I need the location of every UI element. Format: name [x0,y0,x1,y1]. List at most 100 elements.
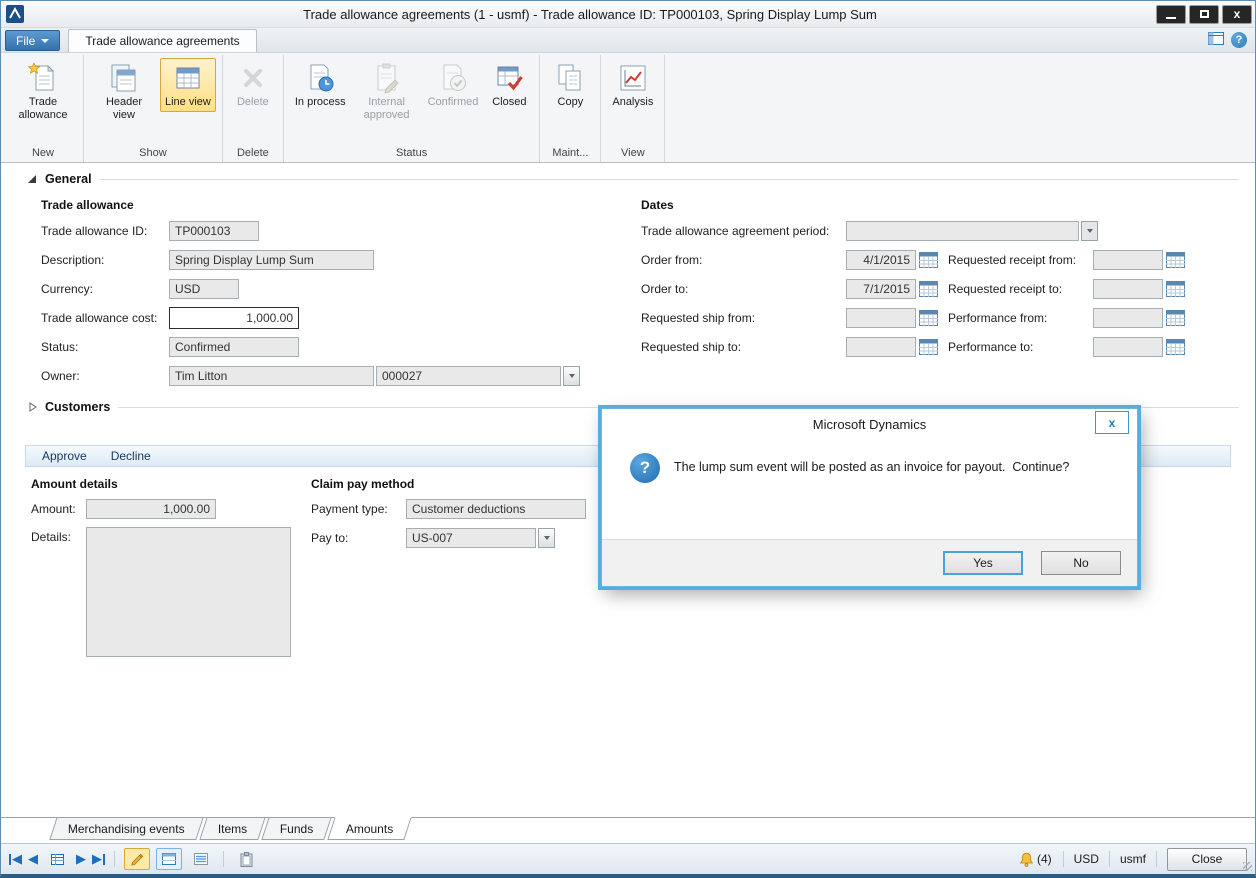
pay-to-dropdown-button[interactable] [538,528,555,548]
copy-button[interactable]: Copy [546,58,594,112]
yes-button[interactable]: Yes [943,551,1023,575]
claim-pay-method-title: Claim pay method [311,477,414,491]
previous-record-button[interactable]: ◀ [28,851,38,867]
maximize-button[interactable] [1189,5,1219,24]
field-label: Amount: [31,502,86,516]
dates-group-title: Dates [641,198,674,212]
ribbon-group-status: In process Internal approved Confirmed [284,55,541,162]
field-label: Requested receipt from: [948,253,1093,267]
field-label: Trade allowance ID: [41,224,169,238]
grid-view-button[interactable] [156,848,182,870]
delete-icon [237,62,269,94]
trade-allowance-cost-field[interactable]: 1,000.00 [169,307,299,329]
close-window-button[interactable]: x [1222,5,1252,24]
close-button[interactable]: Close [1167,848,1247,871]
collapsed-triangle-icon [27,402,37,412]
minimize-button[interactable] [1156,5,1186,24]
header-view-icon [108,62,140,94]
ribbon-group-label-new: New [8,145,78,162]
grid-view-icon [162,853,176,865]
header-view-button[interactable]: Header view [90,58,158,125]
internal-approved-button: Internal approved [353,58,421,125]
separator [1156,851,1157,867]
currency-field: USD [169,279,239,299]
owner-dropdown-button[interactable] [563,366,580,386]
close-icon: x [1109,416,1116,430]
record-list-icon [51,854,64,865]
trade-allowance-id-field: TP000103 [169,221,259,241]
general-section-header[interactable]: General [27,172,1239,186]
line-view-button[interactable]: Line view [160,58,216,112]
file-menu-button[interactable]: File [5,30,60,51]
question-icon: ? [630,453,660,483]
bell-icon [1019,852,1034,867]
closed-button[interactable]: Closed [485,58,533,112]
details-view-button[interactable] [188,848,214,870]
first-record-button[interactable]: ◀ [9,851,22,867]
trade-allowance-button[interactable]: Trade allowance [9,58,77,125]
agreement-period-field [846,221,1079,241]
last-record-icon [103,854,105,865]
requested-ship-to-calendar-icon[interactable] [919,339,938,355]
field-label: Details: [31,527,86,544]
resize-grip[interactable] [1243,862,1252,871]
requested-ship-to-field [846,337,916,357]
separator [114,851,115,867]
amount-details-title: Amount details [31,477,118,491]
field-label: Trade allowance agreement period: [641,224,846,238]
dialog-body: ? The lump sum event will be posted as a… [602,439,1137,539]
edit-record-button[interactable] [124,848,150,870]
no-button[interactable]: No [1041,551,1121,575]
maximize-icon [1200,10,1209,18]
order-from-calendar-icon[interactable] [919,252,938,268]
order-to-field: 7/1/2015 [846,279,916,299]
layout-icon[interactable] [1208,32,1224,48]
order-to-calendar-icon[interactable] [919,281,938,297]
field-label: Pay to: [311,531,406,545]
attachments-button[interactable] [233,848,259,870]
decline-link[interactable]: Decline [111,449,151,463]
notifications-button[interactable]: (4) [1018,848,1053,870]
tab-trade-allowance-agreements[interactable]: Trade allowance agreements [68,29,256,52]
tab-merchandising-events[interactable]: Merchandising events [49,817,203,840]
in-process-button[interactable]: In process [290,58,351,112]
field-label: Performance to: [948,340,1093,354]
field-label: Requested ship from: [641,311,846,325]
field-label: Payment type: [311,502,406,516]
requested-receipt-to-calendar-icon[interactable] [1166,281,1185,297]
analysis-button[interactable]: Analysis [607,58,658,112]
field-label: Trade allowance cost: [41,311,169,325]
delete-button: Delete [229,58,277,112]
description-field: Spring Display Lump Sum [169,250,374,270]
field-label: Currency: [41,282,169,296]
performance-to-calendar-icon[interactable] [1166,339,1185,355]
customers-section-title: Customers [45,400,110,414]
title-bar: Trade allowance agreements (1 - usmf) - … [1,1,1255,28]
requested-ship-from-calendar-icon[interactable] [919,310,938,326]
status-company: usmf [1120,852,1146,866]
performance-from-calendar-icon[interactable] [1166,310,1185,326]
dialog-close-button[interactable]: x [1095,411,1129,434]
tab-items[interactable]: Items [199,817,266,840]
next-record-button[interactable]: ▶ [76,851,86,867]
file-menu-label: File [16,34,35,48]
chevron-down-icon [1087,229,1093,233]
in-process-icon [304,62,336,94]
tab-amounts[interactable]: Amounts [328,817,413,840]
line-view-icon [172,62,204,94]
record-list-button[interactable] [44,848,70,870]
amount-field: 1,000.00 [86,499,216,519]
dates-fields: Trade allowance agreement period: Order … [641,220,1185,365]
field-label: Order to: [641,282,846,296]
field-label: Performance from: [948,311,1093,325]
dialog-title: Microsoft Dynamics [813,417,926,432]
approve-link[interactable]: Approve [42,449,87,463]
requested-receipt-from-calendar-icon[interactable] [1166,252,1185,268]
tab-funds[interactable]: Funds [261,817,332,840]
amount-details-fields: Amount: 1,000.00 Details: [31,498,291,665]
help-icon[interactable]: ? [1231,32,1247,48]
last-record-button[interactable]: ▶ [92,851,105,867]
ribbon-group-delete: Delete Delete [223,55,284,162]
confirmation-dialog: Microsoft Dynamics x ? The lump sum even… [601,408,1138,587]
field-label: Order from: [641,253,846,267]
